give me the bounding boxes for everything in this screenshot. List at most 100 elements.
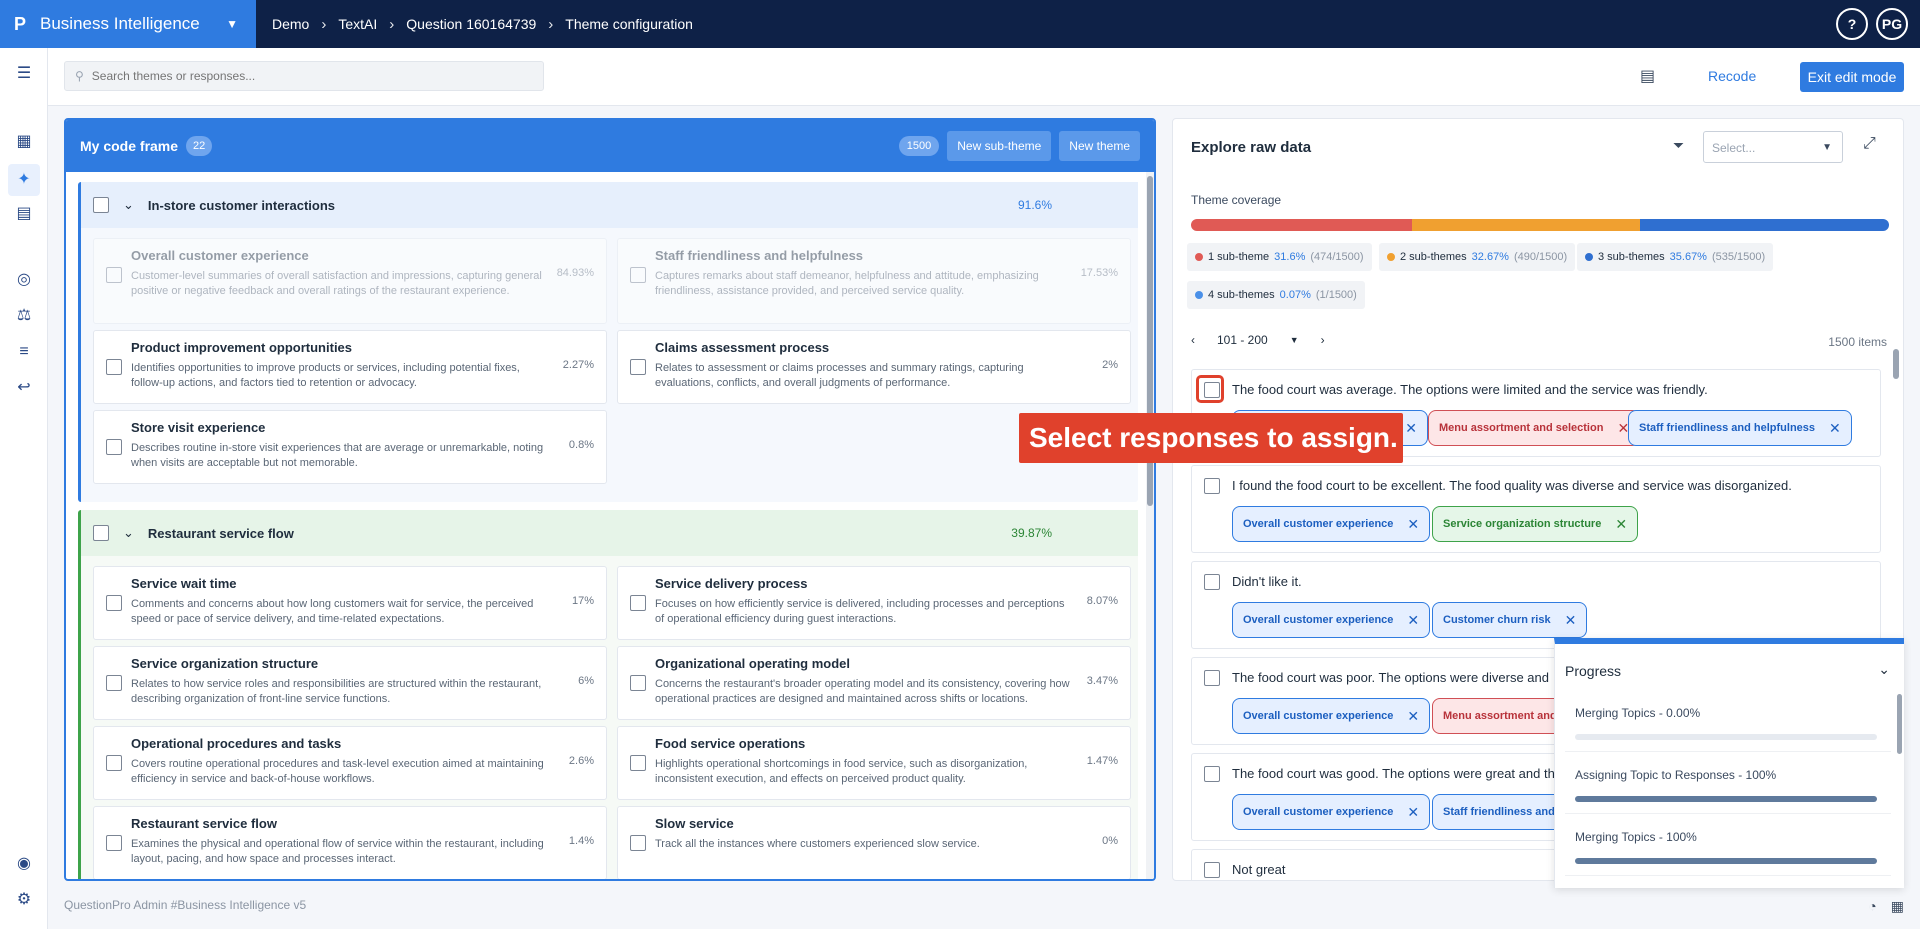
response-checkbox[interactable]: [1204, 862, 1220, 878]
breadcrumb-demo[interactable]: Demo: [272, 16, 309, 32]
sub-theme-checkbox[interactable]: [106, 755, 122, 771]
sub-theme-card[interactable]: Operational procedures and tasks Covers …: [93, 726, 607, 800]
user-avatar[interactable]: PG: [1876, 8, 1908, 40]
app-switcher[interactable]: P Business Intelligence ▼: [0, 0, 256, 48]
chevron-down-icon[interactable]: ⌄: [123, 525, 134, 541]
menu-icon[interactable]: ☰: [14, 64, 34, 84]
response-row[interactable]: I found the food court to be excellent. …: [1191, 465, 1881, 553]
close-icon[interactable]: ✕: [1407, 516, 1419, 533]
sub-theme-card[interactable]: Slow service Track all the instances whe…: [617, 806, 1131, 879]
new-theme-button[interactable]: New theme: [1059, 131, 1140, 161]
sub-theme-checkbox[interactable]: [630, 595, 646, 611]
sub-theme-percentage: 0%: [1102, 835, 1118, 847]
search-input[interactable]: [91, 69, 512, 83]
textai-icon[interactable]: ✦: [8, 164, 40, 196]
sub-theme-card[interactable]: Staff friendliness and helpfulness Captu…: [617, 238, 1131, 324]
caret-down-icon[interactable]: ▼: [1290, 335, 1299, 345]
sub-theme-card[interactable]: Food service operations Highlights opera…: [617, 726, 1131, 800]
legend-count: (490/1500): [1513, 251, 1568, 263]
page-range[interactable]: 101 - 200: [1217, 333, 1268, 347]
footer-link[interactable]: #Business Intelligence v5: [171, 898, 306, 912]
sub-theme-title: Staff friendliness and helpfulness: [655, 248, 864, 263]
group-checkbox[interactable]: [93, 525, 109, 541]
document-icon[interactable]: ▤: [1640, 66, 1655, 86]
sub-theme-checkbox[interactable]: [106, 835, 122, 851]
close-icon[interactable]: ✕: [1407, 804, 1419, 821]
search-box: ⚲: [64, 61, 544, 91]
chevron-down-icon[interactable]: ⌄: [1878, 661, 1890, 678]
sub-theme-card[interactable]: Restaurant service flow Examines the phy…: [93, 806, 607, 879]
close-icon[interactable]: ✕: [1407, 612, 1419, 629]
theme-select[interactable]: Select... ▼: [1703, 131, 1843, 163]
sub-theme-card[interactable]: Store visit experience Describes routine…: [93, 410, 607, 484]
sub-theme-checkbox[interactable]: [630, 835, 646, 851]
response-checkbox[interactable]: [1204, 766, 1220, 782]
account-icon[interactable]: ◉: [14, 854, 34, 874]
chip-label: Customer churn risk: [1443, 614, 1551, 626]
chevron-left-icon[interactable]: ‹: [1191, 333, 1195, 347]
assigned-theme-chip[interactable]: Overall customer experience ✕: [1232, 602, 1431, 638]
theme-count-badge: 22: [186, 136, 213, 156]
sub-theme-checkbox[interactable]: [106, 439, 122, 455]
exit-edit-mode-button[interactable]: Exit edit mode: [1800, 62, 1904, 92]
sub-theme-checkbox[interactable]: [630, 755, 646, 771]
sub-theme-card[interactable]: Organizational operating model Concerns …: [617, 646, 1131, 720]
expand-icon[interactable]: ⤢: [1863, 135, 1876, 153]
legend-percentage: 31.6%: [1274, 251, 1306, 263]
report-icon[interactable]: ▤: [14, 204, 34, 224]
close-icon[interactable]: ✕: [1407, 708, 1419, 725]
undo-icon[interactable]: ↩: [14, 378, 34, 398]
help-button[interactable]: ?: [1836, 8, 1868, 40]
responses-scrollbar[interactable]: [1893, 349, 1899, 379]
chevron-down-icon[interactable]: ⌄: [123, 197, 134, 213]
new-sub-theme-button[interactable]: New sub-theme: [947, 131, 1052, 161]
close-icon[interactable]: ✕: [1829, 420, 1841, 437]
assigned-theme-chip[interactable]: Overall customer experience ✕: [1232, 506, 1431, 542]
theme-group-header[interactable]: ⌄ Restaurant service flow 39.87%: [81, 510, 1138, 556]
response-row[interactable]: Didn't like it. Overall customer experie…: [1191, 561, 1881, 649]
assigned-theme-chip[interactable]: Service organization structure ✕: [1432, 506, 1639, 542]
close-icon[interactable]: ✕: [1405, 420, 1417, 437]
assigned-theme-chip[interactable]: Staff friendliness and helpfulness ✕: [1628, 410, 1852, 446]
sub-theme-checkbox[interactable]: [106, 359, 122, 375]
sub-theme-checkbox[interactable]: [106, 675, 122, 691]
sub-theme-card[interactable]: Claims assessment process Relates to ass…: [617, 330, 1131, 404]
breadcrumb-question[interactable]: Question 160164739: [406, 16, 536, 32]
response-checkbox[interactable]: [1204, 574, 1220, 590]
theme-group-header[interactable]: ⌄ In-store customer interactions 91.6%: [81, 182, 1138, 228]
list-icon[interactable]: ≡: [14, 342, 34, 362]
top-bar: P Business Intelligence ▼ Demo › TextAI …: [0, 0, 1920, 48]
sub-theme-card[interactable]: Overall customer experience Customer-lev…: [93, 238, 607, 324]
response-checkbox[interactable]: [1204, 478, 1220, 494]
close-icon[interactable]: ✕: [1615, 516, 1627, 533]
assigned-theme-chip[interactable]: Overall customer experience ✕: [1232, 698, 1431, 734]
assigned-theme-chip[interactable]: Customer churn risk ✕: [1432, 602, 1588, 638]
caret-down-icon[interactable]: ▼: [226, 17, 238, 31]
grid-icon[interactable]: ▦: [1891, 898, 1904, 915]
close-icon[interactable]: ✕: [1565, 612, 1577, 629]
recode-button[interactable]: Recode: [1708, 68, 1756, 84]
group-checkbox[interactable]: [93, 197, 109, 213]
chevron-right-icon[interactable]: ›: [1321, 333, 1325, 347]
sub-theme-card[interactable]: Service organization structure Relates t…: [93, 646, 607, 720]
sub-theme-checkbox[interactable]: [630, 267, 646, 283]
sub-theme-checkbox[interactable]: [630, 675, 646, 691]
assigned-theme-chip[interactable]: Overall customer experience ✕: [1232, 794, 1431, 830]
progress-scrollbar[interactable]: [1897, 694, 1902, 754]
sub-theme-checkbox[interactable]: [630, 359, 646, 375]
balance-icon[interactable]: ⚖: [14, 306, 34, 326]
sub-theme-card[interactable]: Service delivery process Focuses on how …: [617, 566, 1131, 640]
dashboard-icon[interactable]: ▦: [14, 132, 34, 152]
response-checkbox[interactable]: [1204, 670, 1220, 686]
sub-theme-card[interactable]: Service wait time Comments and concerns …: [93, 566, 607, 640]
sub-theme-card[interactable]: Product improvement opportunities Identi…: [93, 330, 607, 404]
sub-theme-checkbox[interactable]: [106, 595, 122, 611]
gear-icon[interactable]: ⚙: [14, 890, 34, 910]
breadcrumb-textai[interactable]: TextAI: [338, 16, 377, 32]
analysis-icon[interactable]: ◎: [14, 270, 34, 290]
checkbox-highlight[interactable]: [1196, 375, 1224, 403]
assigned-theme-chip[interactable]: Menu assortment and selection ✕: [1428, 410, 1641, 446]
sub-theme-checkbox[interactable]: [106, 267, 122, 283]
sub-theme-description: Relates to assessment or claims processe…: [655, 362, 1024, 389]
filter-icon[interactable]: ⏷: [1673, 137, 1684, 154]
